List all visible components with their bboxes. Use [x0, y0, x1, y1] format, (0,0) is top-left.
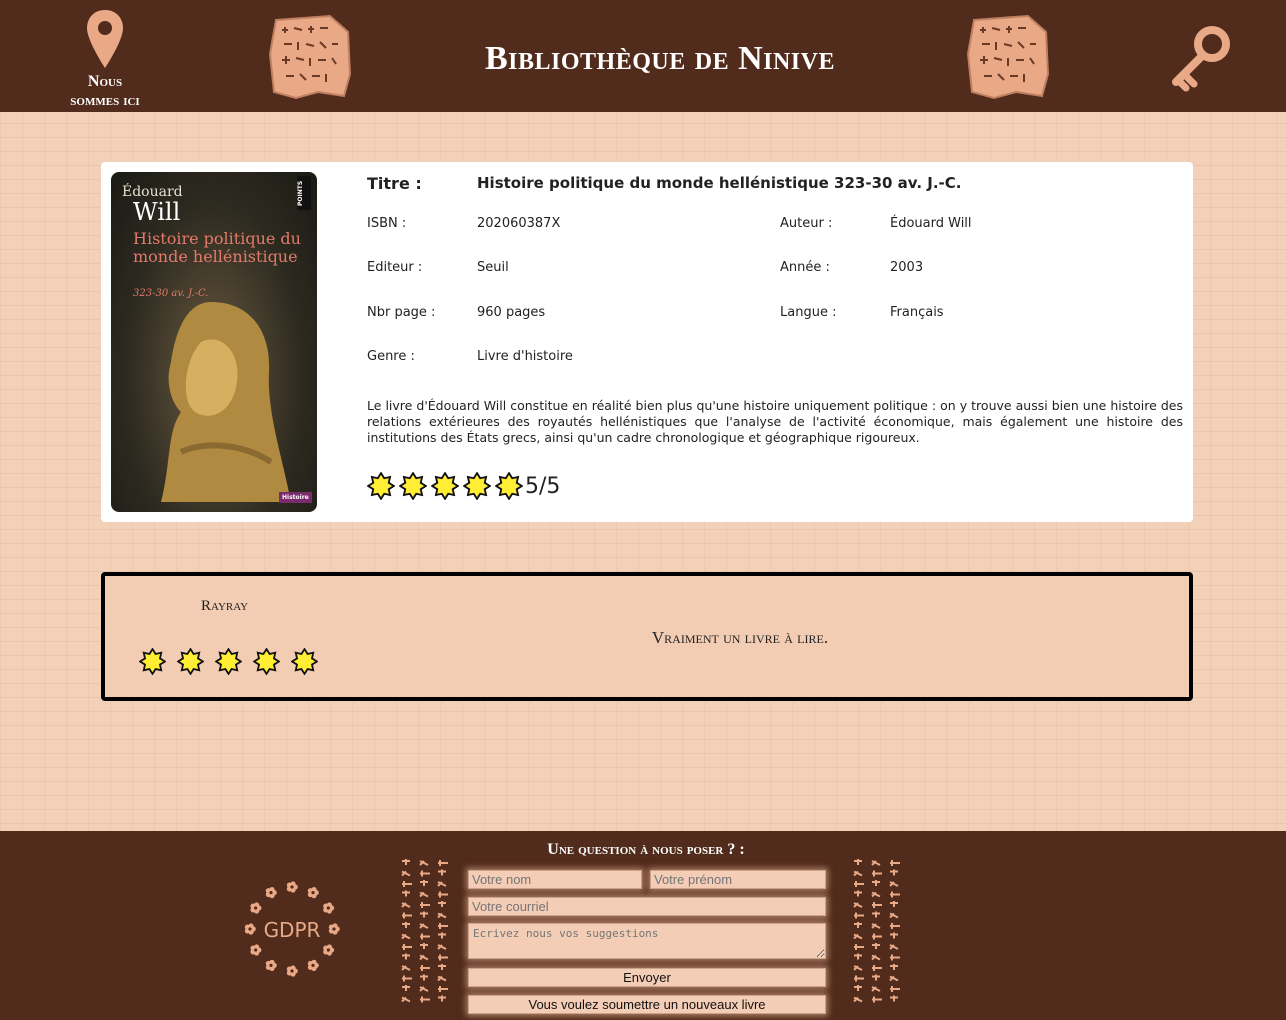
review-stars — [139, 648, 329, 675]
gdpr-badge-icon: GDPR — [244, 881, 340, 977]
map-pin-icon — [87, 10, 123, 68]
pages-value: 960 pages — [477, 305, 546, 320]
pages-label: Nbr page : — [367, 305, 436, 320]
star-icon — [291, 648, 318, 675]
star-icon — [463, 472, 491, 500]
review-card: Rayray Vraiment un livre à lire. — [101, 572, 1193, 701]
book-title: Histoire politique du monde hellénistiqu… — [477, 174, 962, 192]
publisher-value: Seuil — [477, 260, 509, 275]
star-icon — [431, 472, 459, 500]
email-input[interactable] — [468, 897, 826, 916]
book-detail-card: Édouard Will Histoire politique du monde… — [101, 162, 1193, 522]
location-label-line2: sommes ici — [70, 92, 140, 109]
contact-form-title: Une question à nous poser ? : — [547, 841, 745, 858]
cuneiform-tablet-icon — [268, 14, 352, 100]
isbn-value: 202060387X — [477, 216, 561, 231]
gdpr-label: GDPR — [264, 918, 321, 942]
author-value: Édouard Will — [890, 216, 972, 231]
first-name-input[interactable] — [650, 870, 826, 889]
cover-genre-tag: Histoire — [279, 492, 312, 503]
isbn-label: ISBN : — [367, 216, 407, 231]
last-name-input[interactable] — [468, 870, 642, 889]
cover-title: Histoire politique du monde hellénistiqu… — [133, 229, 301, 266]
cover-publisher-mark: POINTS — [297, 176, 311, 210]
reviewer-name: Rayray — [201, 598, 249, 614]
send-button[interactable]: Envoyer — [468, 968, 826, 987]
book-description: Le livre d'Édouard Will constitue en réa… — [367, 398, 1183, 445]
cover-author-last: Will — [133, 198, 181, 226]
genre-label: Genre : — [367, 349, 415, 364]
star-icon — [177, 648, 204, 675]
site-header: Nous sommes ici Bibliothèque de Ninive — [0, 0, 1286, 112]
cuneiform-tablet-icon — [966, 14, 1050, 100]
author-label: Auteur : — [780, 216, 833, 231]
star-icon — [139, 648, 166, 675]
suggestions-textarea[interactable] — [468, 923, 826, 959]
cuneiform-column-icon — [401, 859, 448, 1003]
star-icon — [367, 472, 395, 500]
review-comment: Vraiment un livre à lire. — [651, 628, 829, 647]
key-icon[interactable] — [1168, 24, 1234, 94]
book-cover-image: Édouard Will Histoire politique du monde… — [111, 172, 317, 512]
language-label: Langue : — [780, 305, 837, 320]
cameo-relief-image — [161, 302, 291, 502]
submit-book-button[interactable]: Vous voulez soumettre un nouveaux livre — [468, 995, 826, 1014]
year-label: Année : — [780, 260, 830, 275]
star-icon — [495, 472, 523, 500]
rating-stars — [367, 472, 527, 500]
site-footer: GDPR Une question à nous poser ? : Envoy… — [0, 831, 1286, 1020]
cover-dates: 323-30 av. J.-C. — [133, 288, 209, 299]
star-icon — [399, 472, 427, 500]
star-icon — [215, 648, 242, 675]
rating-score: 5/5 — [525, 473, 561, 499]
genre-value: Livre d'histoire — [477, 349, 573, 364]
book-rating: 5/5 — [367, 472, 560, 500]
location-link[interactable]: Nous sommes ici — [58, 8, 152, 110]
site-title: Bibliothèque de Ninive — [485, 40, 835, 77]
title-label: Titre : — [367, 174, 422, 193]
language-value: Français — [890, 305, 944, 320]
year-value: 2003 — [890, 260, 924, 275]
cuneiform-column-icon — [853, 859, 900, 1003]
publisher-label: Editeur : — [367, 260, 423, 275]
star-icon — [253, 648, 280, 675]
location-label: Nous sommes ici — [58, 72, 152, 110]
location-label-line1: Nous — [87, 73, 123, 90]
